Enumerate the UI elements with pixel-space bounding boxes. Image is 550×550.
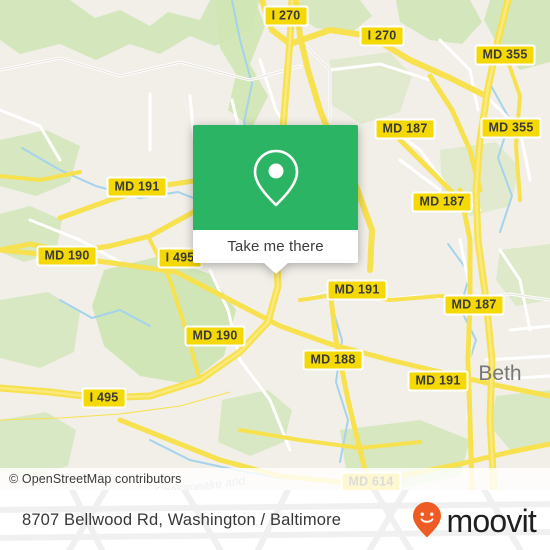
moovit-map-screen: BethChesapeake and I 270I 270MD 355MD 18…: [0, 0, 550, 550]
road-shield: I 495: [81, 387, 127, 409]
popup-pointer-tail: [263, 263, 288, 274]
location-popup-card[interactable]: Take me there: [193, 125, 358, 274]
popup-footer[interactable]: Take me there: [193, 230, 358, 274]
map-attribution[interactable]: © OpenStreetMap contributors: [0, 468, 550, 490]
road-shield: MD 191: [407, 370, 469, 392]
road-shield: MD 355: [474, 44, 536, 66]
moovit-pin-icon: [412, 502, 441, 538]
attribution-text: © OpenStreetMap contributors: [9, 472, 182, 486]
road-shield: MD 191: [326, 279, 388, 301]
road-shield: I 270: [359, 25, 405, 47]
road-shield: MD 187: [374, 118, 436, 140]
moovit-logo[interactable]: moovit: [412, 490, 537, 550]
moovit-wordmark: moovit: [446, 503, 537, 539]
address-text: 8707 Bellwood Rd, Washington / Baltimore: [22, 510, 342, 529]
road-shield: MD 190: [184, 325, 246, 347]
footer-bar: 8707 Bellwood Rd, Washington / Baltimore…: [0, 490, 550, 550]
map-place-label: Beth: [478, 362, 522, 385]
take-me-there-label: Take me there: [227, 238, 324, 255]
popup-header: [193, 125, 358, 230]
road-shield: MD 191: [106, 176, 168, 198]
address-label: 8707 Bellwood Rd, Washington / Baltimore: [22, 490, 341, 550]
road-shield: MD 355: [480, 117, 542, 139]
road-shield: I 270: [263, 5, 309, 27]
road-shield: MD 188: [302, 349, 364, 371]
road-shield: MD 190: [36, 245, 98, 267]
map-pin-icon: [253, 149, 298, 206]
road-shield: MD 187: [411, 191, 473, 213]
road-shield: MD 187: [443, 294, 505, 316]
